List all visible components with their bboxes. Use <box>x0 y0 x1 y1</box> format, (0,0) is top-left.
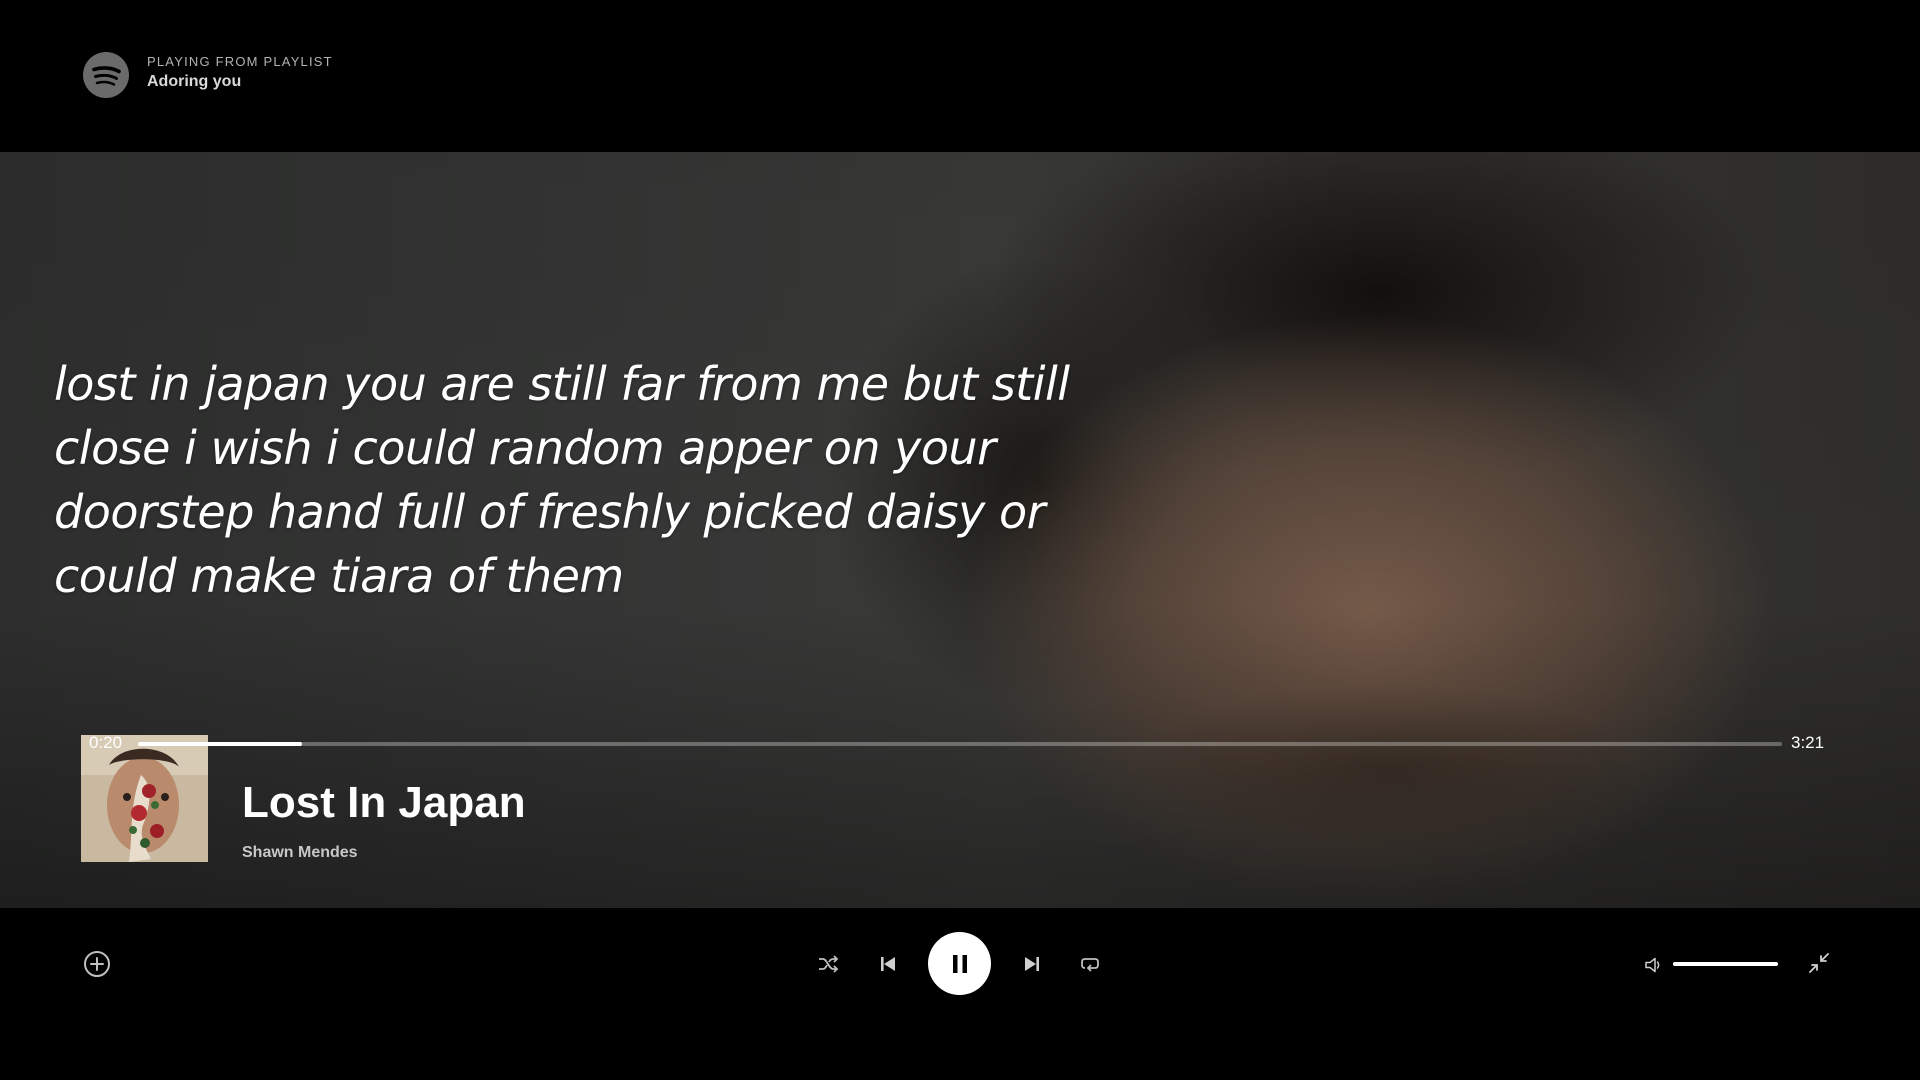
now-playing-header: PLAYING FROM PLAYLIST Adoring you <box>0 0 1920 152</box>
playing-from-label: PLAYING FROM PLAYLIST <box>147 54 333 69</box>
volume-button[interactable] <box>1641 952 1667 978</box>
track-artist[interactable]: Shawn Mendes <box>242 844 358 862</box>
album-cover[interactable] <box>81 735 208 862</box>
playback-controls-bar <box>0 908 1920 1080</box>
repeat-button[interactable] <box>1076 950 1104 978</box>
shuffle-icon <box>819 955 839 973</box>
playlist-name[interactable]: Adoring you <box>147 73 241 91</box>
next-track-button[interactable] <box>1018 950 1046 978</box>
artist-backdrop: lost in japan you are still far from me … <box>0 152 1920 908</box>
progress-bar-fill <box>138 742 303 746</box>
plus-circle-icon <box>84 951 110 977</box>
spotify-logo-icon <box>83 52 129 98</box>
exit-fullscreen-button[interactable] <box>1804 948 1834 978</box>
previous-track-button[interactable] <box>874 950 902 978</box>
add-to-library-button[interactable] <box>81 948 113 980</box>
shuffle-button[interactable] <box>814 950 842 978</box>
skip-previous-icon <box>881 957 895 971</box>
lyrics-text: lost in japan you are still far from me … <box>54 357 1070 603</box>
pause-icon <box>952 954 967 973</box>
track-title[interactable]: Lost In Japan <box>242 778 526 828</box>
progress-bar[interactable] <box>138 742 1782 746</box>
minimize-icon <box>1809 953 1829 973</box>
album-cover-image <box>81 735 208 862</box>
total-time: 3:21 <box>1791 733 1825 752</box>
volume-slider-fill <box>1673 962 1778 966</box>
pause-button[interactable] <box>928 932 991 995</box>
volume-slider[interactable] <box>1673 962 1778 966</box>
skip-next-icon <box>1025 957 1039 971</box>
repeat-icon <box>1081 958 1099 972</box>
volume-icon <box>1645 957 1660 973</box>
elapsed-time: 0:20 <box>89 733 123 752</box>
